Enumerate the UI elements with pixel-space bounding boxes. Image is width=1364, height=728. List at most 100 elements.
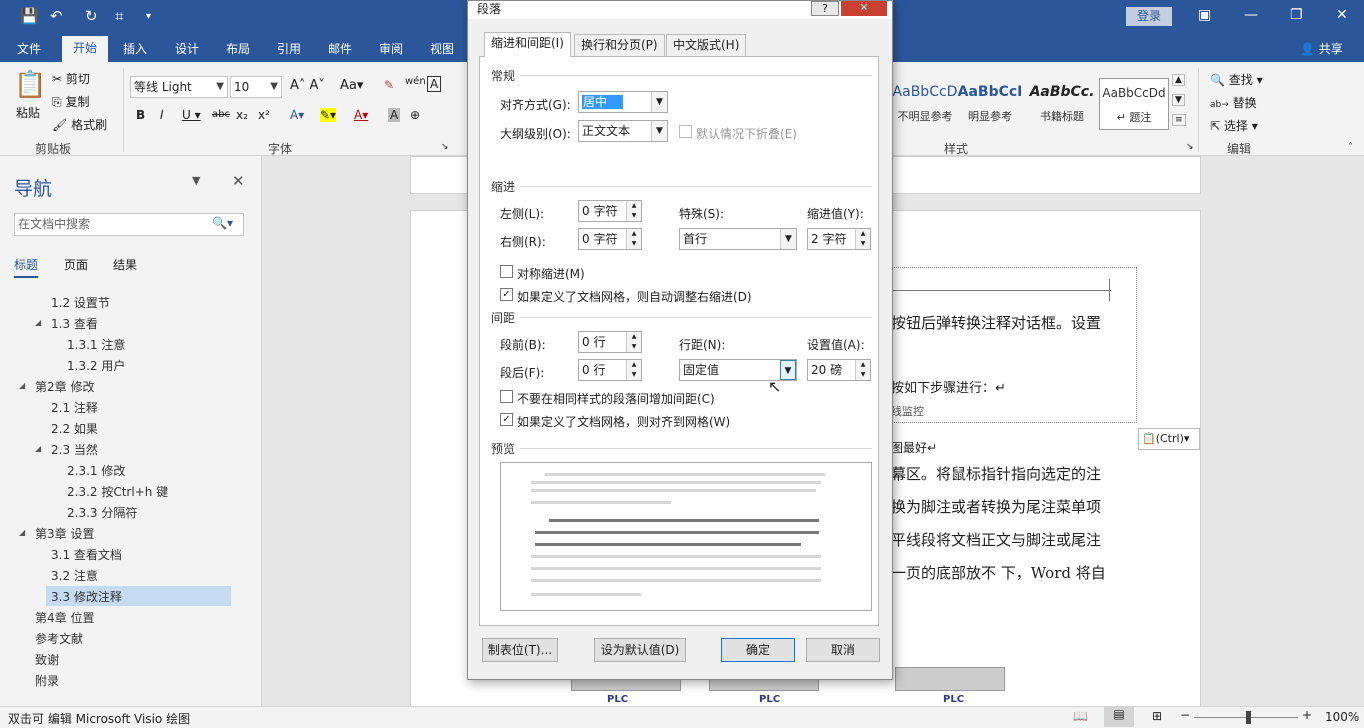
auto-adjust-indent-checkbox[interactable]: ✓ xyxy=(500,288,513,301)
spinner-arrows-icon[interactable]: ▲ ▼ xyxy=(855,360,870,380)
font-size-box[interactable]: 10 ▼ xyxy=(230,76,282,98)
nav-tab-results[interactable]: 结果 xyxy=(113,256,137,273)
nav-heading-item[interactable]: 2.3.3 分隔符 xyxy=(67,504,137,521)
collapse-arrow-icon[interactable]: ◢ xyxy=(19,381,25,390)
undo-icon[interactable]: ↶ xyxy=(50,7,63,25)
nav-heading-item[interactable]: 第3章 设置 xyxy=(35,525,94,542)
zoom-in-icon[interactable]: + xyxy=(1302,708,1312,722)
char-shading-icon[interactable]: A xyxy=(388,108,401,122)
replace-button[interactable]: ab→ 替换 xyxy=(1210,94,1257,111)
highlight-icon[interactable]: ✎▾ xyxy=(320,108,337,122)
space-after-spinner[interactable]: 0 行 ▲ ▼ xyxy=(578,359,642,381)
set-default-button[interactable]: 设为默认值(D) xyxy=(594,638,686,662)
subscript-icon[interactable]: x₂ xyxy=(236,108,248,122)
nav-heading-item[interactable]: 3.1 查看文档 xyxy=(51,546,122,563)
nav-heading-item[interactable]: 2.1 注释 xyxy=(51,399,98,416)
cut-button[interactable]: ✂ 剪切 xyxy=(52,70,90,87)
nav-heading-item[interactable]: 附录 xyxy=(35,672,59,689)
tab-view[interactable]: 视图 xyxy=(430,40,454,57)
style-caption[interactable]: AaBbCcDd ↵ 题注 xyxy=(1099,78,1169,130)
underline-icon[interactable]: U ▾ xyxy=(182,108,201,122)
spinner-arrows-icon[interactable]: ▲ ▼ xyxy=(626,360,641,380)
change-case-icon[interactable]: Aa▾ xyxy=(340,78,363,93)
nav-heading-item[interactable]: 致谢 xyxy=(35,651,59,668)
help-button[interactable]: ? xyxy=(811,1,839,16)
enclose-char-icon[interactable]: ⊕ xyxy=(410,108,420,122)
right-indent-spinner[interactable]: 0 字符 ▲ ▼ xyxy=(578,228,642,250)
tab-indents-spacing[interactable]: 缩进和间距(I) xyxy=(484,32,571,57)
tab-design[interactable]: 设计 xyxy=(175,40,199,57)
share-button[interactable]: 👤 共享 xyxy=(1300,40,1343,57)
dialog-close-button[interactable]: ✕ xyxy=(841,1,887,16)
chevron-down-icon[interactable]: ▼ xyxy=(780,229,796,249)
tab-line-page-breaks[interactable]: 换行和分页(P) xyxy=(574,34,665,56)
tab-file[interactable]: 文件 xyxy=(17,40,41,57)
nav-heading-item[interactable]: 2.2 如果 xyxy=(51,420,98,437)
left-indent-spinner[interactable]: 0 字符 ▲ ▼ xyxy=(578,200,642,222)
styles-scroll-up-icon[interactable]: ▲ xyxy=(1172,74,1185,86)
spinner-arrows-icon[interactable]: ▲ ▼ xyxy=(626,229,641,249)
font-grow-shrink-icons[interactable]: A˄ A˅ xyxy=(290,78,325,93)
format-painter-button[interactable]: 🖌 格式刷 xyxy=(52,116,107,133)
collapse-arrow-icon[interactable]: ◢ xyxy=(35,444,41,453)
nav-heading-item[interactable]: 1.3.1 注意 xyxy=(67,336,125,353)
nav-tab-pages[interactable]: 页面 xyxy=(64,256,88,273)
chevron-down-icon[interactable]: ▼ xyxy=(651,92,667,112)
space-before-spinner[interactable]: 0 行 ▲ ▼ xyxy=(578,331,642,353)
nav-search-input[interactable]: 在文档中搜索 xyxy=(14,213,244,236)
ribbon-display-icon[interactable]: ▣ xyxy=(1198,7,1211,23)
tab-mailings[interactable]: 邮件 xyxy=(328,40,352,57)
nav-heading-item[interactable]: 2.3.1 修改 xyxy=(67,462,125,479)
chevron-down-icon[interactable]: ▼ xyxy=(780,360,796,380)
superscript-icon[interactable]: x² xyxy=(258,108,270,122)
char-border-icon[interactable]: A xyxy=(427,76,442,92)
collapse-arrow-icon[interactable]: ◢ xyxy=(35,318,41,327)
save-icon[interactable]: 💾 xyxy=(20,7,39,25)
tab-home[interactable]: 开始 xyxy=(62,36,108,62)
spinner-arrows-icon[interactable]: ▲ ▼ xyxy=(626,332,641,352)
phonetic-guide-icon[interactable]: wén xyxy=(405,76,426,87)
styles-dialog-launcher-icon[interactable]: ↘ xyxy=(1186,142,1194,152)
zoom-out-icon[interactable]: − xyxy=(1180,708,1190,722)
ok-button[interactable]: 确定 xyxy=(721,638,795,662)
tab-references[interactable]: 引用 xyxy=(277,40,301,57)
nav-heading-item[interactable]: 参考文献 xyxy=(35,630,83,647)
no-space-same-style-checkbox[interactable] xyxy=(500,390,513,403)
font-dialog-launcher-icon[interactable]: ↘ xyxy=(441,142,449,152)
nav-heading-item[interactable]: 2.3 当然 xyxy=(51,441,98,458)
special-indent-select[interactable]: 首行 ▼ xyxy=(679,228,797,250)
paste-button[interactable]: 粘贴 xyxy=(16,104,40,121)
touch-mode-icon[interactable]: ⌗ xyxy=(115,7,123,25)
tab-review[interactable]: 审阅 xyxy=(379,40,403,57)
nav-close-icon[interactable]: ✕ xyxy=(232,172,245,190)
web-layout-icon[interactable]: ⊞ xyxy=(1152,709,1162,723)
zoom-slider-thumb[interactable] xyxy=(1246,711,1251,724)
zoom-level[interactable]: 100% xyxy=(1325,710,1359,724)
read-mode-icon[interactable]: 📖 xyxy=(1073,709,1088,723)
nav-tab-headings[interactable]: 标题 xyxy=(14,256,39,278)
nav-heading-item-selected[interactable]: 3.3 修改注释 xyxy=(51,588,122,605)
nav-heading-item[interactable]: 2.3.2 按Ctrl+h 键 xyxy=(67,483,168,500)
spinner-arrows-icon[interactable]: ▲ ▼ xyxy=(626,201,641,221)
outline-level-select[interactable]: 正文文本 ▼ xyxy=(578,120,668,142)
restore-icon[interactable]: ❐ xyxy=(1290,7,1303,23)
tab-insert[interactable]: 插入 xyxy=(123,40,147,57)
collapse-by-default-checkbox[interactable] xyxy=(679,125,692,138)
tab-asian-typography[interactable]: 中文版式(H) xyxy=(666,34,747,56)
font-name-box[interactable]: 等线 Light ▼ xyxy=(130,76,228,98)
italic-icon[interactable]: I xyxy=(160,108,164,122)
close-icon[interactable]: ✕ xyxy=(1336,7,1348,23)
nav-options-icon[interactable]: ▼ xyxy=(192,174,200,187)
mirror-indents-checkbox[interactable] xyxy=(500,265,513,278)
find-button[interactable]: 🔍 查找 ▾ xyxy=(1210,71,1263,88)
redo-icon[interactable]: ↻ xyxy=(85,7,98,25)
clear-format-icon[interactable]: ✎ xyxy=(384,78,394,92)
login-button[interactable]: 登录 xyxy=(1126,7,1172,26)
indent-by-spinner[interactable]: 2 字符 ▲ ▼ xyxy=(807,228,871,250)
collapse-ribbon-icon[interactable]: ˄ xyxy=(1348,142,1353,153)
nav-heading-item[interactable]: 1.3 查看 xyxy=(51,315,98,332)
paste-icon[interactable]: 📋 xyxy=(14,70,46,100)
collapse-arrow-icon[interactable]: ◢ xyxy=(19,528,25,537)
text-effects-icon[interactable]: A▾ xyxy=(290,108,304,122)
alignment-select[interactable]: 居中 ▼ xyxy=(578,91,668,113)
